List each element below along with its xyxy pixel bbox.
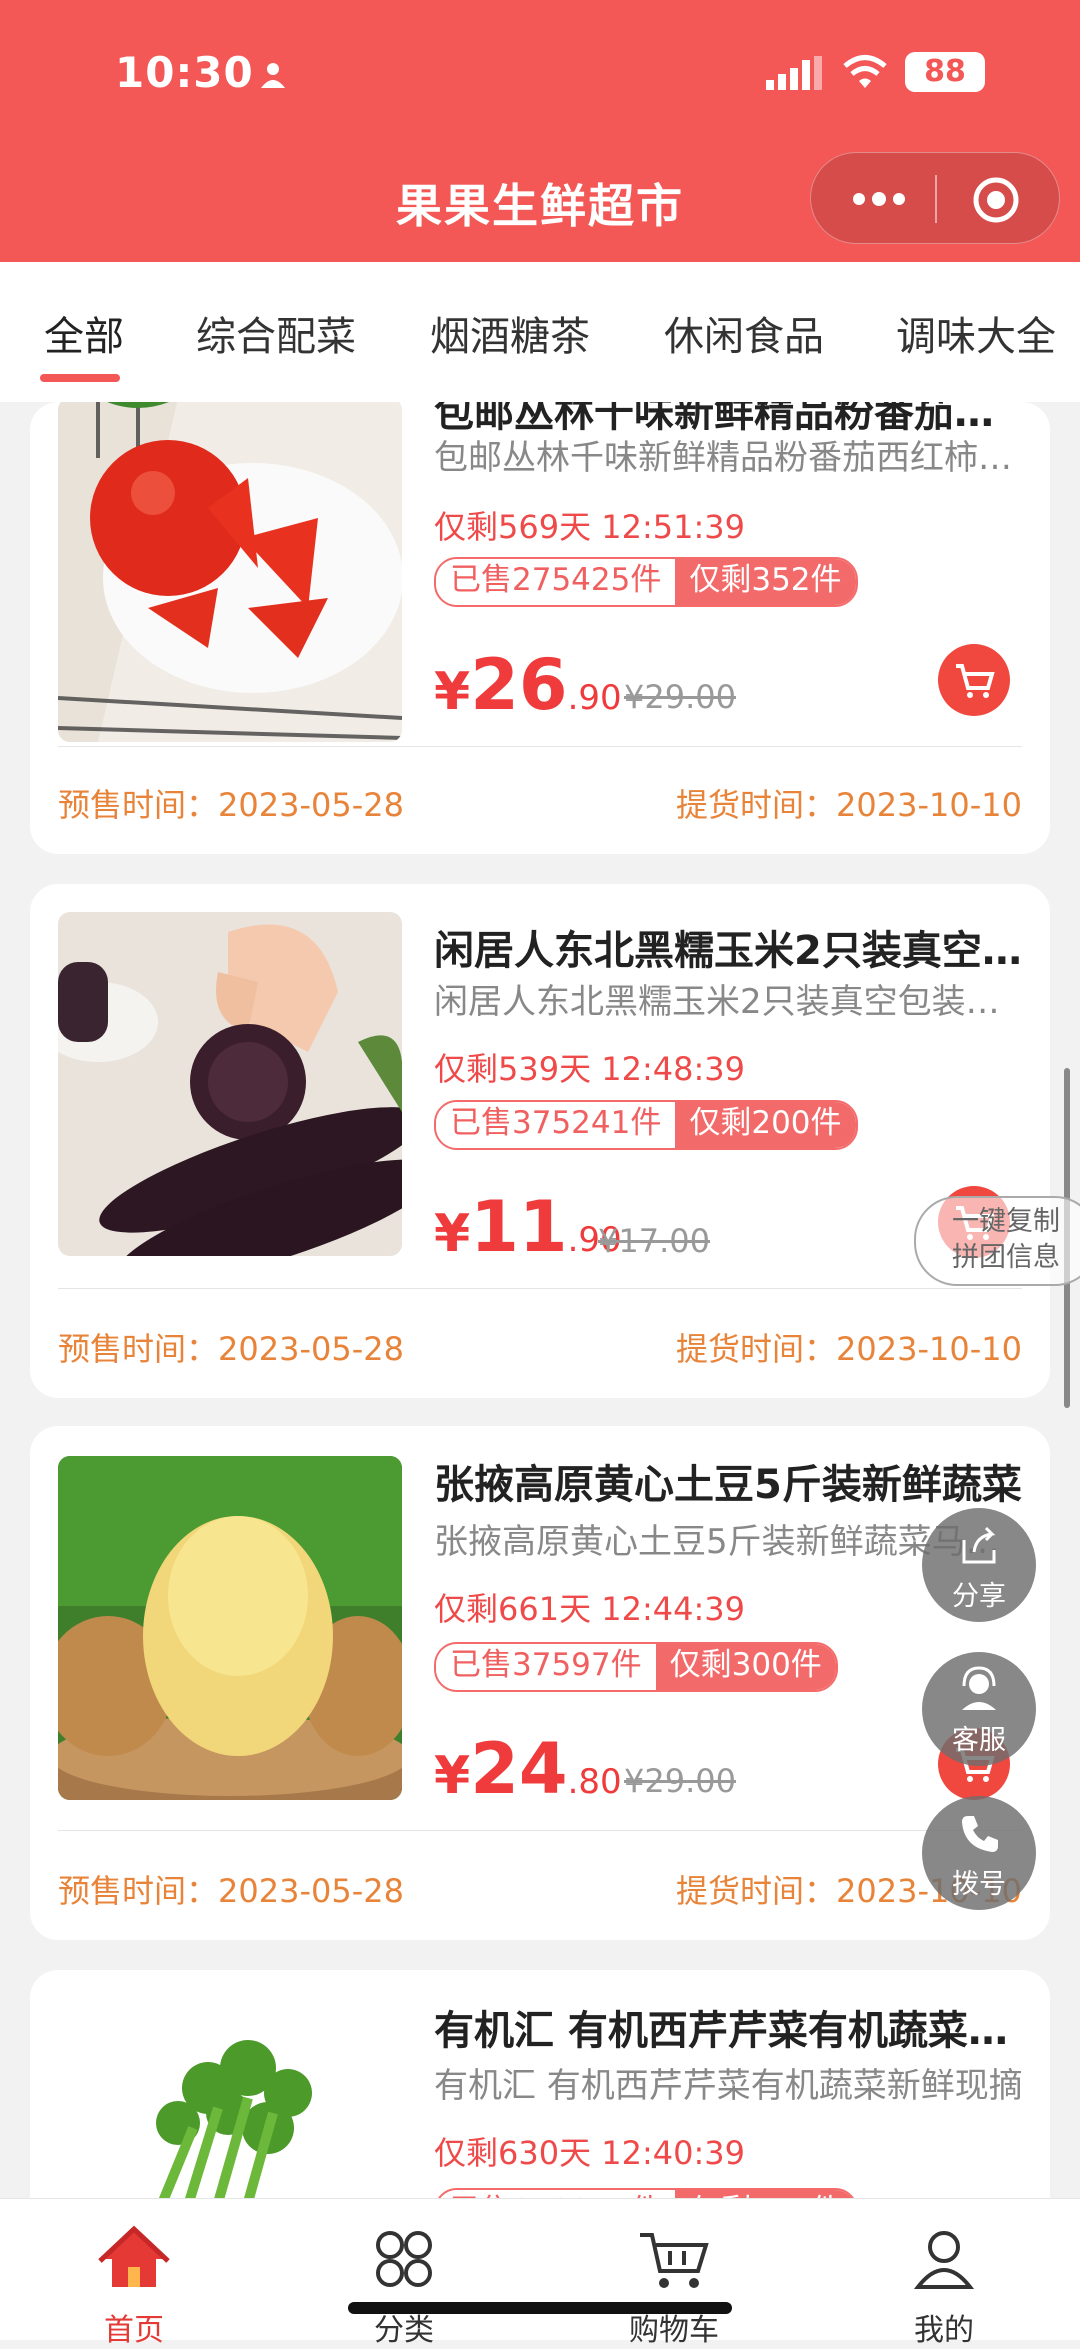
person-icon [261,63,285,88]
stock-left: 仅剩300件 [655,1644,836,1690]
tab-mixed-vegetables[interactable]: 综合配菜 [196,304,356,362]
stock-left: 仅剩200件 [675,1102,856,1148]
capsule-divider [935,175,937,223]
product-card[interactable]: 张掖高原黄心土豆5斤装新鲜蔬菜 张掖高原黄心土豆5斤装新鲜蔬菜马铃薯 仅剩661… [30,1426,1050,1940]
celery-image [58,1998,402,2230]
copy-line-2: 拼团信息 [952,1242,1060,1273]
presale-time: 预售时间：2023-05-28 [58,1330,404,1368]
price-symbol: ¥ [434,1746,471,1806]
product-name[interactable]: 有机汇 有机西芹芹菜有机蔬菜新鲜 [434,1998,1024,2056]
cart-icon [956,664,995,698]
more-icon[interactable] [851,187,907,211]
call-button[interactable]: 拨号 [922,1796,1036,1910]
product-card[interactable]: 有机汇 有机西芹芹菜有机蔬菜新鲜 有机汇 有机西芹芹菜有机蔬菜新鲜现摘 仅剩63… [30,1970,1050,2230]
sold-count: 已售37597件 [436,1644,656,1690]
customer-service-label: 客服 [952,1725,1006,1756]
home-icon [98,2225,170,2287]
product-image[interactable] [58,912,402,1256]
nav-category[interactable]: 分类 [314,2213,494,2348]
product-image[interactable] [58,402,402,742]
price-integer: 11 [470,1186,568,1268]
sales-badges: 已售37597件 仅剩300件 [434,1642,838,1692]
home-indicator [348,2302,732,2314]
stock-left: 仅剩352件 [675,559,856,605]
sold-count: 已售375241件 [436,1102,676,1148]
share-button[interactable]: 分享 [922,1508,1036,1622]
category-tabs: 全部 综合配菜 烟酒糖茶 休闲食品 调味大全 [0,262,1080,402]
share-label: 分享 [952,1581,1006,1612]
original-price: ¥29.00 [624,678,736,716]
price-integer: 24 [470,1728,568,1810]
presale-time: 预售时间：2023-05-28 [58,786,404,824]
nav-mine-label: 我的 [914,2313,974,2348]
sales-badges: 已售375241件 仅剩200件 [434,1100,858,1150]
close-target-icon[interactable] [971,175,1021,225]
remaining-time: 仅剩569天 12:51:39 [434,508,745,546]
price-symbol: ¥ [434,1204,471,1264]
signal-icon [766,56,822,90]
user-icon [913,2231,975,2289]
product-card[interactable]: 闲居人东北黑糯玉米2只装真空包装 闲居人东北黑糯玉米2只装真空包装新鲜 仅剩53… [30,884,1050,1398]
tab-all[interactable]: 全部 [44,304,124,362]
cart-icon [640,2233,709,2288]
battery-indicator: 88 [905,52,985,92]
card-divider [58,1288,1022,1289]
sold-count: 已售275425件 [436,559,676,605]
mini-program-capsule [810,152,1060,244]
call-label: 拨号 [952,1869,1006,1900]
product-card[interactable]: 包邮丛林千味新鲜精品粉番茄西红柿 包邮丛林千味新鲜精品粉番茄西红柿自然熟 仅剩5… [30,402,1050,854]
price: ¥11.90 [434,1186,622,1268]
remaining-time: 仅剩539天 12:48:39 [434,1050,745,1088]
bottom-nav: 首页 分类 购物车 我的 [0,2198,1080,2348]
price: ¥24.80 [434,1728,622,1810]
product-desc: 有机汇 有机西芹芹菜有机蔬菜新鲜现摘 [434,2066,1023,2106]
copy-group-info-label: 一键复制 拼团信息 [952,1204,1060,1276]
nav-cart[interactable]: 购物车 [584,2213,764,2348]
status-time: 10:30 [115,48,254,97]
original-price: ¥17.00 [598,1222,710,1260]
phone-icon [962,1816,998,1852]
product-desc: 闲居人东北黑糯玉米2只装真空包装新鲜 [434,982,1024,1022]
category-icon [376,2231,432,2287]
price-integer: 26 [470,644,568,726]
add-to-cart-button[interactable] [938,644,1010,716]
price-decimal: .90 [567,678,622,718]
sales-badges: 已售275425件 仅剩352件 [434,557,858,607]
copy-group-info-button[interactable]: 一键复制 拼团信息 [914,1196,1080,1286]
customer-service-icon [962,1666,996,1710]
price-decimal: .80 [567,1762,622,1802]
nav-home-label: 首页 [104,2313,164,2348]
tab-active-indicator [40,374,120,382]
nav-mine[interactable]: 我的 [854,2213,1034,2348]
share-icon [962,1526,996,1564]
product-desc: 包邮丛林千味新鲜精品粉番茄西红柿自然熟 [434,438,1024,478]
price: ¥26.90 [434,644,622,726]
tab-seasonings[interactable]: 调味大全 [896,304,1056,362]
black-corn-image [58,912,402,1256]
tab-snacks[interactable]: 休闲食品 [664,304,824,362]
product-image[interactable] [58,1456,402,1800]
original-price: ¥29.00 [624,1762,736,1800]
remaining-time: 仅剩630天 12:40:39 [434,2134,745,2172]
pickup-time: 提货时间：2023-10-10 [676,1330,1022,1368]
remaining-time: 仅剩661天 12:44:39 [434,1590,745,1628]
potato-image [58,1456,402,1800]
card-divider [58,746,1022,747]
wifi-icon [843,55,887,88]
customer-service-button[interactable]: 客服 [922,1652,1036,1766]
product-name[interactable]: 闲居人东北黑糯玉米2只装真空包装 [434,918,1024,976]
nav-home[interactable]: 首页 [44,2213,224,2348]
pickup-time: 提货时间：2023-10-10 [676,786,1022,824]
price-symbol: ¥ [434,662,471,722]
copy-line-1: 一键复制 [952,1206,1060,1237]
presale-time: 预售时间：2023-05-28 [58,1872,404,1910]
tab-tobacco-wine-candy-tea[interactable]: 烟酒糖茶 [430,304,590,362]
card-divider [58,1830,1022,1831]
product-name[interactable]: 张掖高原黄心土豆5斤装新鲜蔬菜 [434,1452,1024,1510]
tomato-image [58,402,402,742]
product-image[interactable] [58,1998,402,2230]
